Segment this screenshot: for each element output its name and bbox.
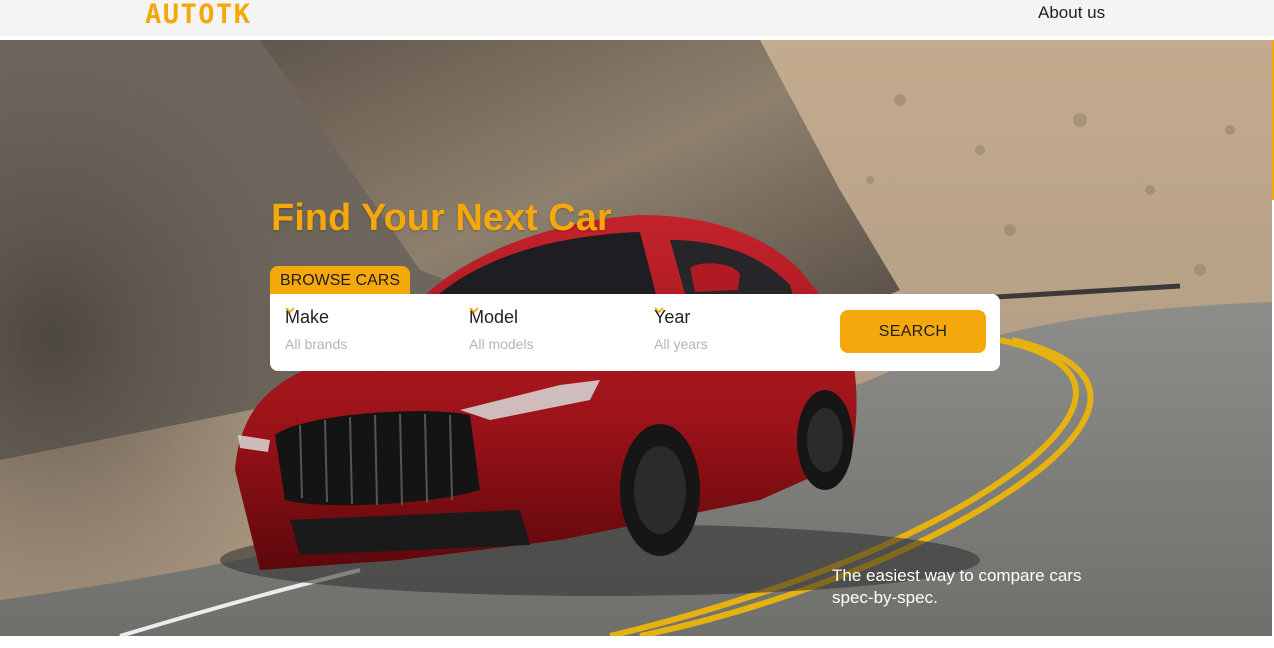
tagline-line-2: spec-by-spec.: [832, 588, 938, 607]
make-select[interactable]: Make All brands: [285, 306, 445, 358]
year-select[interactable]: Year All years: [654, 306, 814, 358]
model-value: All models: [469, 336, 534, 352]
logo[interactable]: AUTOTK: [145, 1, 252, 29]
make-label: Make: [285, 307, 330, 327]
tagline-line-1: The easiest way to compare cars: [832, 566, 1082, 585]
chevron-down-icon: [654, 307, 664, 314]
site-header: AUTOTK About us: [0, 0, 1274, 36]
hero-banner: Find Your Next Car BROWSE CARS Make All …: [0, 40, 1272, 636]
year-value: All years: [654, 336, 708, 352]
model-label: Model: [469, 307, 519, 327]
search-panel: Make All brands Model All models Year Al…: [270, 294, 1000, 371]
make-value: All brands: [285, 336, 348, 352]
tab-browse-cars[interactable]: BROWSE CARS: [270, 266, 410, 296]
chevron-down-icon: [469, 307, 479, 314]
nav-about-us-link[interactable]: About us: [1038, 3, 1105, 23]
hero-title: Find Your Next Car: [271, 197, 612, 239]
model-select[interactable]: Model All models: [469, 306, 629, 358]
chevron-down-icon: [285, 307, 295, 314]
year-label: Year: [654, 307, 691, 327]
hero-tagline: The easiest way to compare cars spec-by-…: [832, 565, 1132, 609]
search-button[interactable]: SEARCH: [840, 310, 986, 353]
